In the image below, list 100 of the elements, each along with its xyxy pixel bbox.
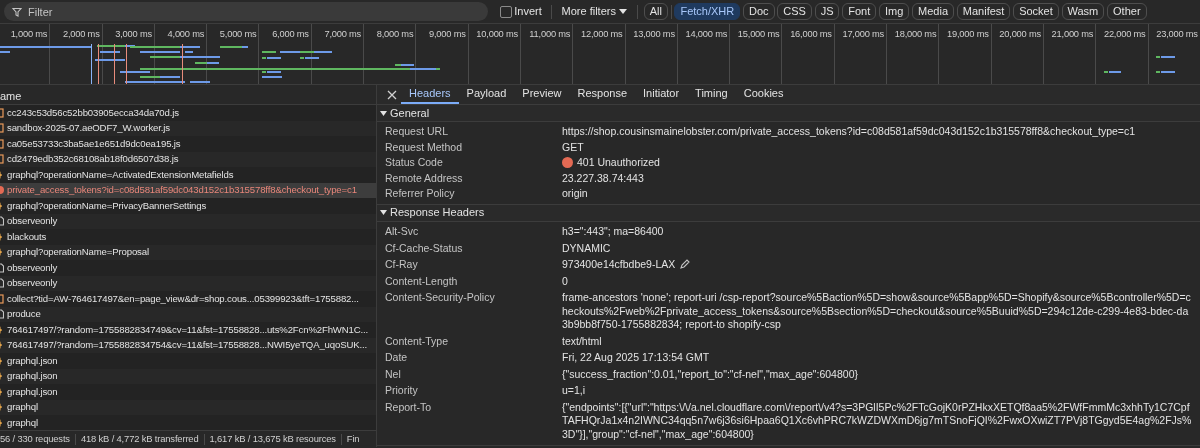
header-name: Date [384,351,409,365]
request-row[interactable]: observeonly [0,260,376,276]
details-tab[interactable]: Response [569,85,635,104]
request-row[interactable]: graphql.json [0,353,376,369]
details-tab[interactable]: Initiator [635,85,688,104]
request-name: graphql.json [7,353,58,368]
time-tick-label: 3,000 ms [115,28,152,41]
header-name: Request URL [384,125,450,139]
details-tab[interactable]: Payload [458,85,515,104]
request-row[interactable]: observeonly [0,275,376,291]
type-filter-chip[interactable]: Fetch/XHR [674,3,741,20]
time-tick-label: 10,000 ms [476,28,518,41]
details-tab[interactable]: Preview [514,85,570,104]
type-filter-chip[interactable]: Font [842,3,877,20]
header-name: Status Code [384,156,444,170]
time-tick-label: 23,000 ms [1156,28,1198,41]
request-row[interactable]: graphql.json [0,368,376,384]
request-row[interactable]: produce [0,306,376,322]
request-name: graphql [7,415,38,430]
type-filter-chip[interactable]: CSS [777,3,812,20]
time-tick-label: 9,000 ms [429,28,466,41]
details-tab[interactable]: Timing [687,85,736,104]
time-tick-label: 14,000 ms [685,28,728,41]
time-tick-label: 15,000 ms [737,28,780,41]
header-value: 973400e14cfbdbe9-LAX [562,258,676,272]
time-tick-label: 11,000 ms [529,28,571,41]
header-value: DYNAMIC [562,241,611,255]
header-name: Content-Type [384,334,450,348]
request-row[interactable]: sandbox-2025-07.aeODF7_W.worker.js [0,120,376,136]
request-name: ca05e53733c3ba5ae1e651d9dc0ea195.js [7,136,181,151]
column-header[interactable]: ame [0,90,22,102]
request-name: cc243c53d56c52bb03905ecca34da70d.js [7,105,179,120]
status-text: 56 / 330 requests [0,431,70,446]
request-row[interactable]: graphql?operationName=Proposal [0,244,376,260]
header-name: Cf-Ray [384,258,419,272]
request-row[interactable]: graphql?operationName=PrivacyBannerSettings [0,198,376,214]
type-filter-chip[interactable]: Media [912,3,955,20]
type-filter-chip[interactable]: Other [1107,3,1147,20]
request-name: blackouts [7,229,47,244]
header-name: Report-To [384,400,433,415]
header-value: h3=":443"; ma=86400 [562,225,664,239]
type-filter-chip[interactable]: Manifest [956,3,1011,20]
type-filter-chip[interactable]: Socket [1013,3,1059,20]
request-name: graphql [7,400,38,415]
request-name: graphql?operationName=PrivacyBannerSettings [7,198,207,213]
request-row[interactable]: cd2479edb352c68108ab18f0d6507d38.js [0,151,376,167]
status-text: Fin [346,431,360,446]
request-row[interactable]: graphql.json [0,384,376,400]
time-tick-label: 6,000 ms [272,28,309,41]
time-tick-label: 1,000 ms [10,28,48,41]
details-tab[interactable]: Cookies [735,85,792,104]
header-name: Request Method [384,140,464,154]
header-value: text/html [562,334,602,348]
header-value: GET [562,140,584,154]
status-text: 418 kB / 4,772 kB transferred [80,431,199,446]
time-tick-label: 5,000 ms [219,28,257,41]
header-value: {"success_fraction":0.01,"report_to":"cf-nel","max_age":604800} [562,367,858,381]
header-value: 401 Unauthorized [577,156,660,170]
request-row[interactable]: cc243c53d56c52bb03905ecca34da70d.js [0,105,376,121]
request-name: sandbox-2025-07.aeODF7_W.worker.js [7,121,170,136]
type-filter-chip[interactable]: Wasm [1061,3,1105,20]
type-filter-chip[interactable]: JS [814,3,840,20]
time-tick-label: 16,000 ms [790,28,832,41]
request-row[interactable]: blackouts [0,229,376,245]
filter-field[interactable]: Filter [4,2,488,21]
request-name: observeonly [7,276,58,291]
time-tick-label: 22,000 ms [1103,28,1146,41]
request-row[interactable]: observeonly [0,213,376,229]
request-name: cd2479edb352c68108ab18f0d6507d38.js [7,152,179,167]
header-name: Content-Security-Policy [384,291,496,305]
request-row[interactable]: graphql [0,415,376,430]
request-name: graphql.json [7,384,58,399]
time-tick-label: 7,000 ms [324,28,362,41]
request-name: observeonly [7,214,58,229]
time-tick-label: 21,000 ms [1051,28,1094,41]
header-name: Alt-Svc [384,225,420,239]
time-tick-label: 2,000 ms [62,28,100,41]
header-value: 23.227.38.74:443 [562,171,644,185]
request-name: observeonly [7,260,58,275]
header-value: 0 [562,274,568,288]
type-filter-chip[interactable]: All [643,3,668,20]
invert-label: Invert [514,4,542,20]
time-tick-label: 17,000 ms [842,28,885,41]
request-row[interactable]: graphql?operationName=ActivatedExtensionMetafields [0,167,376,183]
request-name: graphql?operationName=ActivatedExtensionMetafields [7,167,234,182]
header-name: Cf-Cache-Status [384,241,464,255]
header-value: origin [562,187,588,201]
header-value: u=1,i [562,384,586,398]
request-name: graphql.json [7,369,58,384]
type-filter-chip[interactable]: Img [879,3,910,20]
type-filter-chip[interactable]: Doc [742,3,775,20]
time-tick-label: 4,000 ms [167,28,205,41]
header-name: Nel [384,367,402,381]
request-row[interactable]: graphql [0,399,376,415]
header-name: Referrer Policy [384,187,456,201]
time-tick-label: 12,000 ms [580,28,623,41]
request-row[interactable]: ca05e53733c3ba5ae1e651d9dc0ea195.js [0,136,376,152]
status-text: 1,617 kB / 13,675 kB resources [209,431,336,446]
more-filters-dropdown[interactable]: More filters [557,3,631,20]
time-tick-label: 19,000 ms [947,28,989,41]
